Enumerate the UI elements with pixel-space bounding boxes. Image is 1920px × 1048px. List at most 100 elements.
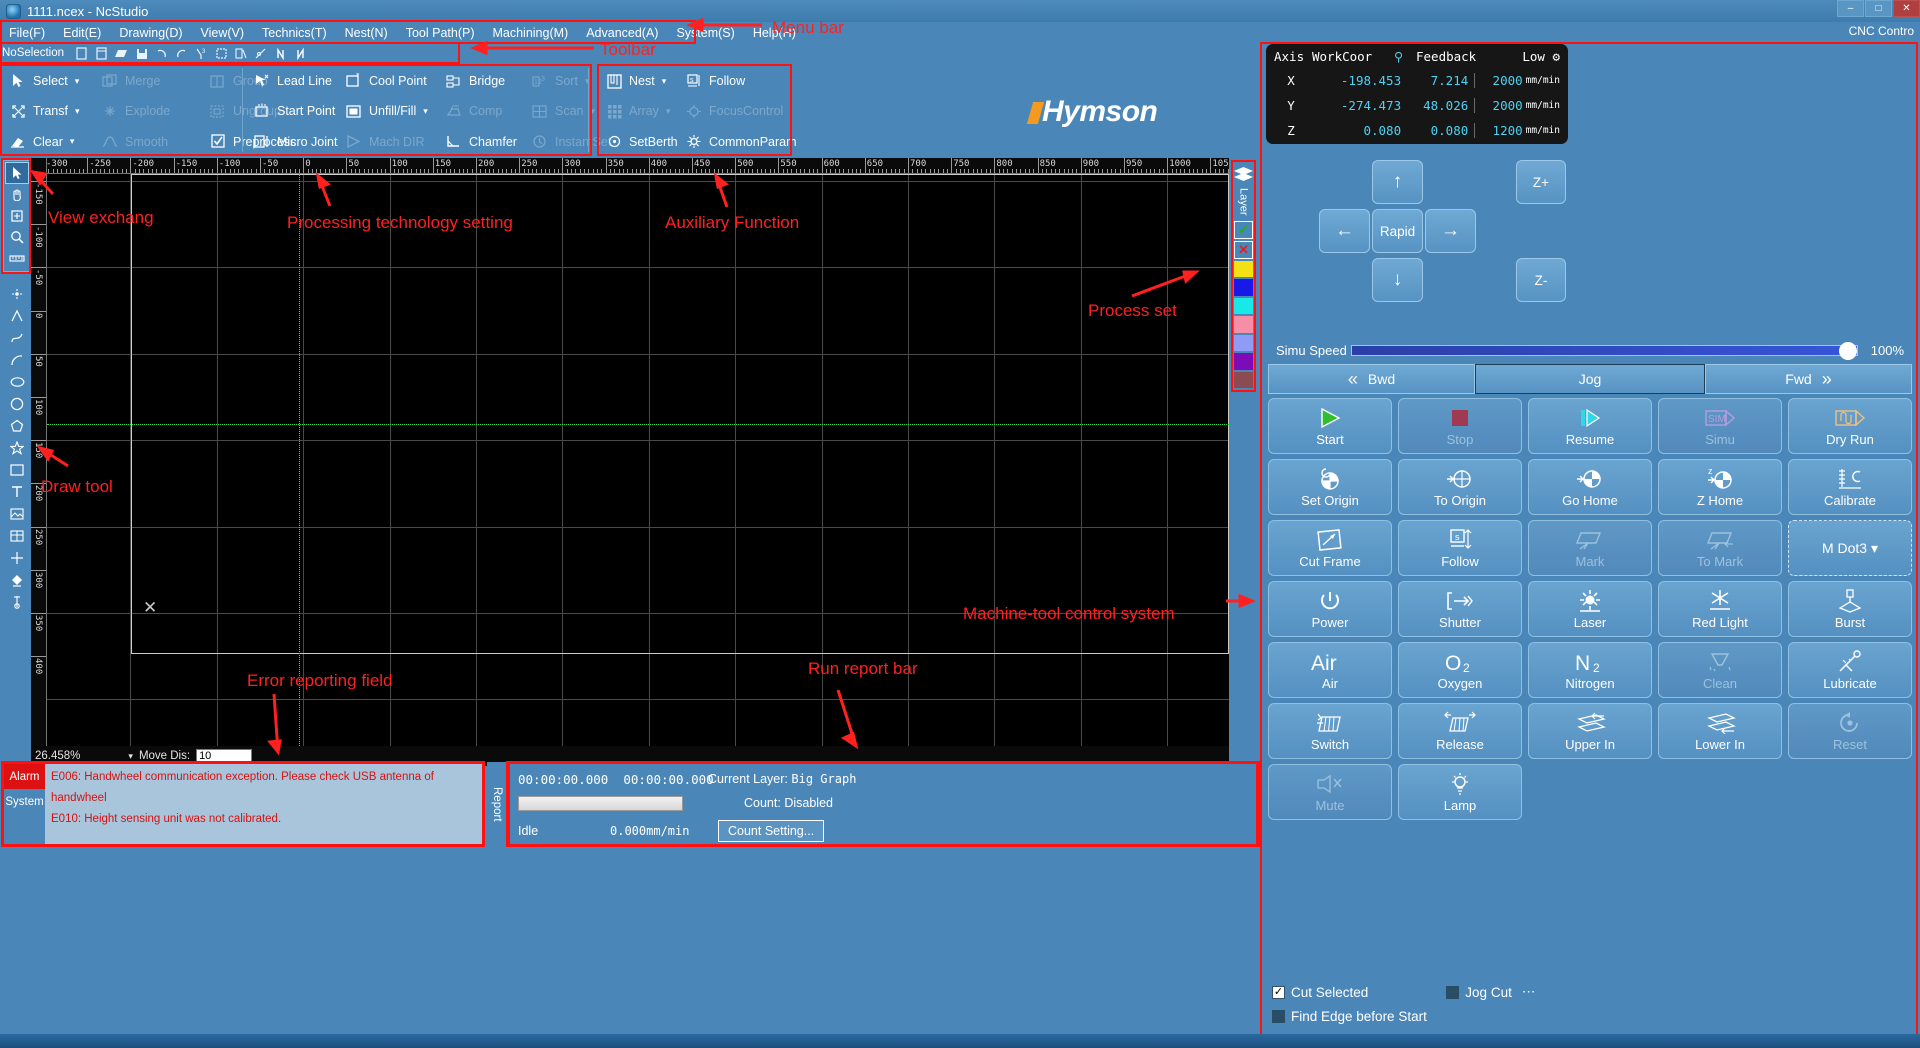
- horizontal-ruler[interactable]: -300 -250 -200 -150 -100 -50 0 50 100 150 200 250 30…: [31, 158, 1229, 174]
- refresh-icon[interactable]: ⚲: [1394, 49, 1416, 64]
- oxygen-button[interactable]: O 2 Oxygen: [1398, 642, 1522, 698]
- release-button[interactable]: Release: [1398, 703, 1522, 759]
- reset-button[interactable]: Reset: [1788, 703, 1912, 759]
- ellipse-icon[interactable]: [6, 371, 28, 392]
- lubricate-button[interactable]: Lubricate: [1788, 642, 1912, 698]
- clean-button[interactable]: Clean: [1658, 642, 1782, 698]
- z-plus-button[interactable]: Z+: [1516, 160, 1566, 204]
- menu-item-machiningm[interactable]: Machining(M): [483, 25, 577, 41]
- rapid-button[interactable]: Rapid: [1372, 209, 1423, 253]
- menu-item-drawingd[interactable]: Drawing(D): [110, 25, 191, 41]
- menu-item-systems[interactable]: System(S): [667, 25, 743, 41]
- save-icon[interactable]: [132, 45, 150, 61]
- cut-frame-button[interactable]: Cut Frame: [1268, 520, 1392, 576]
- bwd-button[interactable]: « Bwd: [1268, 364, 1475, 394]
- polyline-icon[interactable]: [6, 305, 28, 326]
- measure-distance-icon[interactable]: [6, 248, 28, 268]
- drawing-canvas[interactable]: -300 -250 -200 -150 -100 -50 0 50 100 150 200 250 30…: [31, 158, 1229, 762]
- text-icon[interactable]: [6, 481, 28, 502]
- nitrogen-button[interactable]: N 2 Nitrogen: [1528, 642, 1652, 698]
- point-icon[interactable]: [6, 283, 28, 304]
- fit-window-icon[interactable]: [212, 45, 230, 61]
- rectangle-icon[interactable]: [6, 459, 28, 480]
- z-minus-button[interactable]: Z-: [1516, 258, 1566, 302]
- redo-icon[interactable]: [172, 45, 190, 61]
- new-file-icon[interactable]: [72, 45, 90, 61]
- image-icon[interactable]: [6, 503, 28, 524]
- layer-swatch[interactable]: [1234, 297, 1253, 315]
- measure-icon[interactable]: [232, 45, 250, 61]
- red-light-button[interactable]: Red Light: [1658, 581, 1782, 637]
- jog-right-button[interactable]: →: [1425, 209, 1476, 253]
- mach-dir-button[interactable]: Mach DIR: [338, 128, 438, 156]
- layer-swatch[interactable]: [1234, 260, 1253, 278]
- chevron-down-icon[interactable]: ▾: [75, 106, 80, 117]
- open-file-icon[interactable]: [92, 45, 110, 61]
- stop-button[interactable]: Stop: [1398, 398, 1522, 454]
- layer-swatch[interactable]: [1234, 353, 1253, 370]
- find-edge-checkbox[interactable]: [1272, 1009, 1285, 1023]
- menu-item-viewv[interactable]: View(V): [192, 25, 254, 41]
- to-origin-button[interactable]: To Origin: [1398, 459, 1522, 515]
- tab-alarm[interactable]: Alarm: [4, 764, 45, 789]
- chevron-down-icon[interactable]: ▾: [423, 106, 428, 117]
- pan-icon[interactable]: [6, 184, 28, 204]
- simu-speed-slider[interactable]: [1350, 341, 1858, 360]
- explode-button[interactable]: Explode: [94, 97, 202, 125]
- scan-button[interactable]: Scan ▾: [524, 97, 601, 125]
- start-point-button[interactable]: Start Point: [246, 97, 338, 125]
- switch-button[interactable]: Switch: [1268, 703, 1392, 759]
- alarm-message-list[interactable]: E006: Handwheel communication exception.…: [45, 764, 482, 844]
- chevron-down-icon[interactable]: ▾: [662, 76, 667, 87]
- start-button[interactable]: Start: [1268, 398, 1392, 454]
- set-origin-button[interactable]: Set Origin: [1268, 459, 1392, 515]
- stamp-icon[interactable]: [6, 569, 28, 590]
- minimize-button[interactable]: –: [1837, 0, 1864, 17]
- pointer-icon[interactable]: [5, 161, 29, 185]
- tab-report[interactable]: Report: [487, 762, 507, 846]
- z-home-button[interactable]: z Z Home: [1658, 459, 1782, 515]
- menu-item-filef[interactable]: File(F): [0, 25, 54, 41]
- jog-up-button[interactable]: ↑: [1372, 160, 1423, 204]
- array-button[interactable]: Array ▾: [598, 97, 678, 125]
- laser-button[interactable]: Laser: [1528, 581, 1652, 637]
- cool-point-button[interactable]: * Cool Point: [338, 67, 438, 95]
- chevron-down-icon[interactable]: ▾: [128, 751, 133, 762]
- fwd-button[interactable]: Fwd »: [1705, 364, 1912, 394]
- cut-selected-checkbox[interactable]: ✓: [1272, 985, 1285, 999]
- common-param-button[interactable]: CommonParam: [678, 128, 803, 156]
- chevron-down-icon[interactable]: ▾: [75, 76, 80, 87]
- vertical-ruler[interactable]: -150 -100 -50 0 50 100 150 200 250 300 350 400: [31, 158, 47, 762]
- layer-swatch[interactable]: [1234, 316, 1253, 333]
- focus-control-button[interactable]: FocusControl: [678, 97, 789, 125]
- simu-button[interactable]: SIM Simu: [1658, 398, 1782, 454]
- chevron-down-icon[interactable]: ▾: [666, 106, 671, 117]
- dry-run-button[interactable]: Dry Run: [1788, 398, 1912, 454]
- bridge-button[interactable]: Bridge: [438, 67, 524, 95]
- menu-item-nestn[interactable]: Nest(N): [336, 25, 397, 41]
- layer-swatch[interactable]: [1234, 334, 1253, 352]
- follow-button[interactable]: s Follow: [678, 67, 751, 95]
- crosshair-icon[interactable]: [6, 547, 28, 568]
- maximize-button[interactable]: □: [1865, 0, 1892, 17]
- circle-icon[interactable]: [6, 393, 28, 414]
- go-home-button[interactable]: Go Home: [1528, 459, 1652, 515]
- zoom-in-icon[interactable]: [6, 227, 28, 247]
- kerf-icon[interactable]: [272, 45, 290, 61]
- menu-item-helph[interactable]: Help(H): [744, 25, 805, 41]
- to-mark-button[interactable]: To Mark: [1658, 520, 1782, 576]
- m-dot3-button[interactable]: M Dot3 ▾: [1788, 520, 1912, 576]
- layer-disable-toggle[interactable]: ✕: [1234, 240, 1253, 259]
- unfill-fill-button[interactable]: Unfill/Fill ▾: [338, 97, 438, 125]
- star-icon[interactable]: [6, 437, 28, 458]
- mark-button[interactable]: Mark: [1528, 520, 1652, 576]
- more-options-button[interactable]: ⋯: [1522, 984, 1536, 1000]
- jog-mode-button[interactable]: Jog: [1475, 364, 1705, 394]
- menu-item-toolpathp[interactable]: Tool Path(P): [397, 25, 484, 41]
- layer-enable-toggle[interactable]: ✓: [1234, 220, 1253, 239]
- tab-system[interactable]: System: [4, 789, 45, 814]
- close-button[interactable]: ✕: [1893, 0, 1920, 17]
- table-icon[interactable]: [6, 525, 28, 546]
- sort-button[interactable]: 123 Sort ▾: [524, 67, 595, 95]
- air-button[interactable]: Air Air: [1268, 642, 1392, 698]
